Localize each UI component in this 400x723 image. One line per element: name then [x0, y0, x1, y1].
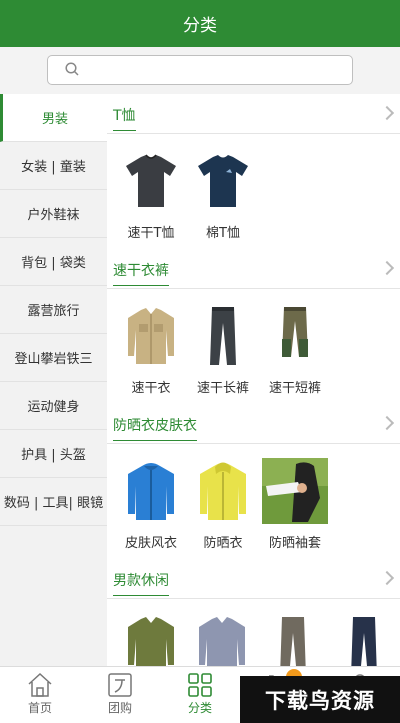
product-label: 速干衣 [131, 381, 171, 396]
product-label: 防晒袖套 [268, 536, 321, 551]
chevron-right-icon[interactable] [379, 570, 395, 586]
category-content: T恤 速干T恤 棉T恤 速干衣裤 速干衣 速干长裤 速干短裤 防晒衣皮肤衣 皮肤… [107, 94, 400, 666]
sidebar-item-camping[interactable]: 露营旅行 [0, 286, 107, 334]
watermark-text: 下载鸟资源 [265, 688, 375, 713]
section-title: 男款休闲 [113, 570, 169, 596]
group-buy-icon [108, 673, 132, 697]
sidebar-item-label: 背包 | 袋类 [21, 256, 86, 271]
section-header-mens-casual[interactable]: 男款休闲 [107, 559, 400, 599]
product-item[interactable]: 皮肤风衣 [115, 458, 187, 559]
product-grid [107, 599, 400, 666]
product-item[interactable]: 棉T恤 [187, 148, 259, 249]
product-label: 棉T恤 [206, 226, 240, 241]
product-item[interactable]: 防晒衣 [187, 458, 259, 559]
product-label: 速干长裤 [196, 381, 249, 396]
tab-group-buy[interactable]: 团购 [80, 671, 160, 716]
tab-label: 首页 [27, 701, 52, 715]
section-header-sun-protection[interactable]: 防晒衣皮肤衣 [107, 404, 400, 444]
chevron-right-icon[interactable] [379, 260, 395, 276]
khaki-shirt-icon [118, 303, 184, 369]
long-pants-icon [190, 303, 256, 369]
sidebar-item-label: 运动健身 [27, 400, 80, 415]
navy-pants-icon [331, 613, 397, 666]
product-item[interactable] [115, 613, 186, 666]
product-item[interactable]: 速干长裤 [187, 303, 259, 404]
product-item[interactable] [258, 613, 329, 666]
search-area [0, 47, 400, 94]
search-box[interactable] [47, 55, 353, 85]
sidebar-item-label: 女装 | 童装 [21, 160, 86, 175]
section-header-tshirt[interactable]: T恤 [107, 94, 400, 134]
sidebar-item-bags[interactable]: 背包 | 袋类 [0, 238, 107, 286]
product-label: 速干短裤 [268, 381, 321, 396]
sidebar-item-climbing[interactable]: 登山攀岩铁三 [0, 334, 107, 382]
product-label: 防晒衣 [203, 536, 243, 551]
tab-label: 分类 [187, 701, 212, 715]
sidebar-item-fitness[interactable]: 运动健身 [0, 382, 107, 430]
tab-category[interactable]: 分类 [160, 671, 240, 716]
category-sidebar: 男装 女装 | 童装 户外鞋袜 背包 | 袋类 露营旅行 登山攀岩铁三 运动健身… [0, 94, 107, 666]
product-grid: 速干T恤 棉T恤 [107, 134, 400, 249]
sidebar-item-mens[interactable]: 男装 [0, 94, 107, 142]
home-icon [28, 672, 52, 697]
sidebar-item-womens-kids[interactable]: 女装 | 童装 [0, 142, 107, 190]
shorts-icon [262, 303, 328, 369]
product-item[interactable]: 速干T恤 [115, 148, 187, 249]
sidebar-item-label: 护具 | 头盔 [21, 448, 86, 463]
product-grid: 速干衣 速干长裤 速干短裤 [107, 289, 400, 404]
section-header-quick-dry[interactable]: 速干衣裤 [107, 249, 400, 289]
search-input[interactable] [88, 60, 338, 80]
section-title: 速干衣裤 [113, 260, 169, 286]
arm-sleeve-icon [262, 458, 328, 524]
product-label: 速干T恤 [127, 226, 175, 241]
blue-jacket-icon [118, 458, 184, 524]
sidebar-item-label: 男装 [41, 112, 68, 127]
product-item[interactable] [329, 613, 400, 666]
product-item[interactable] [186, 613, 257, 666]
product-grid: 皮肤风衣 防晒衣 防晒袖套 [107, 444, 400, 559]
section-title: 防晒衣皮肤衣 [113, 415, 197, 441]
product-item[interactable]: 速干短裤 [259, 303, 331, 404]
top-bar: 分类 [0, 0, 400, 47]
sidebar-item-label: 数码 | 工具| 眼镜 [3, 496, 104, 511]
sidebar-item-digital[interactable]: 数码 | 工具| 眼镜 [0, 478, 107, 526]
watermark: 下载鸟资源 [240, 676, 400, 723]
chevron-right-icon[interactable] [379, 105, 395, 121]
chevron-right-icon[interactable] [379, 415, 395, 431]
olive-shirt-icon [118, 613, 184, 666]
tshirt-dark-icon [118, 148, 184, 214]
page-title: 分类 [183, 16, 217, 36]
grey-pants-icon [260, 613, 326, 666]
grey-shirt-icon [189, 613, 255, 666]
sidebar-item-protective[interactable]: 护具 | 头盔 [0, 430, 107, 478]
tshirt-navy-icon [190, 148, 256, 214]
sidebar-item-label: 露营旅行 [27, 304, 80, 319]
product-item[interactable]: 防晒袖套 [259, 458, 331, 559]
search-icon [65, 62, 79, 76]
product-label: 皮肤风衣 [124, 536, 177, 551]
product-item[interactable]: 速干衣 [115, 303, 187, 404]
section-title: T恤 [113, 105, 136, 131]
yellow-jacket-icon [190, 458, 256, 524]
tab-home[interactable]: 首页 [0, 671, 80, 716]
category-icon [188, 673, 212, 697]
tab-label: 团购 [107, 701, 132, 715]
sidebar-item-label: 登山攀岩铁三 [14, 352, 93, 367]
sidebar-item-footwear[interactable]: 户外鞋袜 [0, 190, 107, 238]
sidebar-item-label: 户外鞋袜 [27, 208, 80, 223]
